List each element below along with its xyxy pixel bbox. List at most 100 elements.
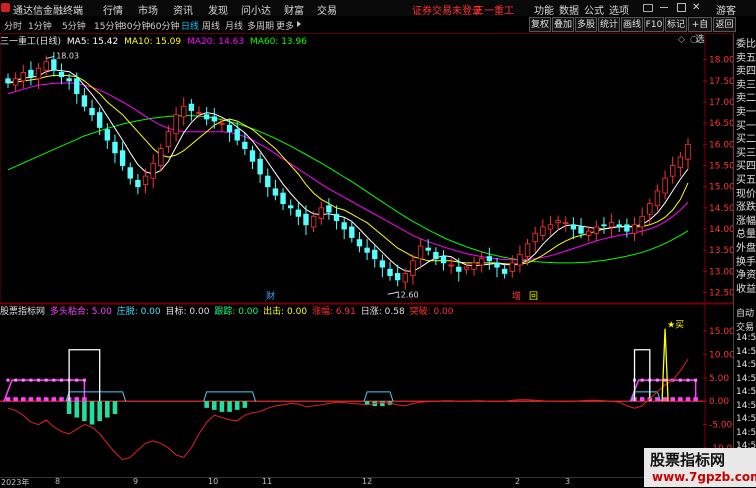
tab-15min[interactable]: 15分钟: [94, 19, 123, 32]
tab-1min[interactable]: 1分钟: [28, 19, 52, 32]
menu-gongshi[interactable]: 公式: [584, 2, 604, 17]
trade-time-label: 14:50: [736, 360, 756, 370]
menu-shichang[interactable]: 市场: [138, 2, 158, 17]
candle-body: [219, 122, 225, 125]
candle-body: [127, 167, 133, 179]
candle-body: [540, 226, 546, 236]
green-bar: [82, 401, 87, 422]
ind-duotou: 多头粘合: 5.00: [49, 307, 112, 317]
btn-fuquan[interactable]: 复权: [529, 17, 551, 32]
tab-fenshi[interactable]: 分时: [4, 19, 22, 32]
green-bar: [219, 401, 225, 412]
account-icon[interactable]: [643, 4, 653, 12]
candle-body: [639, 215, 645, 228]
btn-biaoji[interactable]: 标记: [665, 17, 687, 32]
indicator-plot: ★买: [3, 319, 698, 461]
candle-body: [257, 158, 263, 175]
guest-label[interactable]: 游客: [716, 2, 736, 17]
band-base: [74, 397, 80, 402]
cyan-box: [363, 391, 394, 402]
time-axis: 2023年 8 9 10 11 12 2 3: [0, 477, 644, 488]
btn-f10[interactable]: F10: [644, 17, 664, 32]
band-base: [43, 397, 49, 402]
band-base: [5, 397, 11, 402]
trade-time-label: 14:50: [736, 346, 756, 357]
green-bar: [112, 401, 118, 415]
candle-body: [234, 129, 240, 141]
watermark-title: 股票指标网: [650, 451, 726, 469]
price-tick-label: 18.00: [709, 56, 733, 66]
green-bar: [227, 401, 232, 412]
login-notice[interactable]: 证券交易未登录: [412, 2, 482, 17]
candle-body: [486, 256, 493, 262]
candle-body: [670, 165, 676, 177]
btn-diejia[interactable]: 叠加: [552, 17, 574, 32]
tab-30min[interactable]: 30分钟: [121, 19, 150, 32]
candle-body: [5, 78, 11, 84]
indicator-name[interactable]: 股票指标网: [0, 307, 45, 317]
menu-shuju[interactable]: 数据: [559, 2, 579, 17]
tab-weekly[interactable]: 周线: [202, 19, 220, 32]
price-tick-label: 16.00: [709, 140, 733, 150]
menu-gongneng[interactable]: 功能: [534, 2, 554, 17]
candle-body: [326, 205, 332, 213]
tab-multi-period[interactable]: 多周期: [247, 19, 274, 32]
candle-body: [647, 203, 653, 215]
tab-60min[interactable]: 60分钟: [150, 19, 179, 32]
kline-chart[interactable]: 18.00 17.50 17.00 16.50 16.00 15.50 15.00 14.50…: [0, 33, 733, 477]
app-logo-icon: [1, 3, 10, 12]
candle-body: [463, 266, 470, 270]
more-arrow-icon[interactable]: [297, 21, 301, 27]
chart-close-icon[interactable]: ○: [690, 35, 698, 45]
band-dot: [663, 378, 667, 382]
candle-body: [104, 129, 111, 141]
candle-body: [196, 112, 202, 115]
menu-faxian[interactable]: 发现: [208, 2, 228, 17]
stock-name-title: 三一重工: [474, 6, 514, 17]
trade-time-label: 交易: [736, 322, 755, 333]
candle-body: [295, 209, 302, 217]
ma10-line: [7, 74, 689, 265]
candle-body: [608, 222, 615, 228]
btn-duogu[interactable]: 多股: [575, 17, 597, 32]
minimize-icon[interactable]: [660, 7, 668, 8]
btn-back[interactable]: 返回: [713, 17, 736, 32]
app-title: 通达信金融终端: [13, 6, 83, 17]
tab-monthly[interactable]: 月线: [225, 19, 243, 32]
candle-body: [249, 150, 256, 162]
menu-jiaoyi[interactable]: 交易: [317, 2, 337, 17]
close-icon[interactable]: ✕: [692, 2, 700, 13]
btn-add-watchlist[interactable]: +自选: [688, 17, 712, 45]
price-tick-label: 16.50: [709, 119, 733, 129]
candle-body: [20, 72, 26, 82]
tab-5min[interactable]: 5分钟: [62, 19, 86, 32]
band-dot: [59, 378, 63, 382]
trade-time-label: 自动: [736, 309, 755, 319]
menu-zixun[interactable]: 资讯: [173, 2, 193, 17]
ind-zhuangtuo: 庄脱: 0.00: [116, 307, 161, 317]
period-toolbar: 分时 1分钟 5分钟 15分钟 30分钟 60分钟 日线 周线 月线 多周期 更…: [0, 16, 756, 45]
btn-huaxian[interactable]: 画线: [621, 17, 643, 32]
menu-hangqing[interactable]: 行情: [103, 2, 123, 17]
quote-side-panel[interactable]: 委比 卖五 卖四 卖三 卖二 卖一 买一 买二 买三 买四 买五 现价 涨跌 涨幅 总量 外盘 换手 净资 收益 自…: [733, 33, 756, 477]
candle-body: [303, 213, 309, 226]
tab-daily[interactable]: 日线: [181, 19, 199, 32]
ma5-line: [7, 69, 689, 272]
band-dot: [82, 378, 86, 382]
candle-body: [211, 116, 217, 122]
candle-body: [555, 220, 561, 224]
marker-hui: 回: [529, 291, 538, 302]
menu-xuanxiang[interactable]: 选项: [609, 2, 629, 17]
chart-settings-icon[interactable]: ◇: [678, 35, 685, 45]
tab-more[interactable]: 更多: [276, 19, 294, 32]
candle-body: [685, 143, 691, 160]
btn-tongji[interactable]: 统计: [598, 17, 620, 32]
menu-caifu[interactable]: 财富: [284, 2, 304, 17]
ind-tupo: 突破: 0.00: [409, 307, 454, 317]
candle-body: [135, 179, 141, 188]
ind-genzong: 跟踪: 0.00: [214, 307, 259, 317]
axis-month-2: 2: [515, 477, 521, 486]
candle-body: [524, 243, 531, 257]
menu-wenxiaoda[interactable]: 问小达: [241, 2, 271, 17]
maximize-icon[interactable]: [677, 3, 686, 12]
